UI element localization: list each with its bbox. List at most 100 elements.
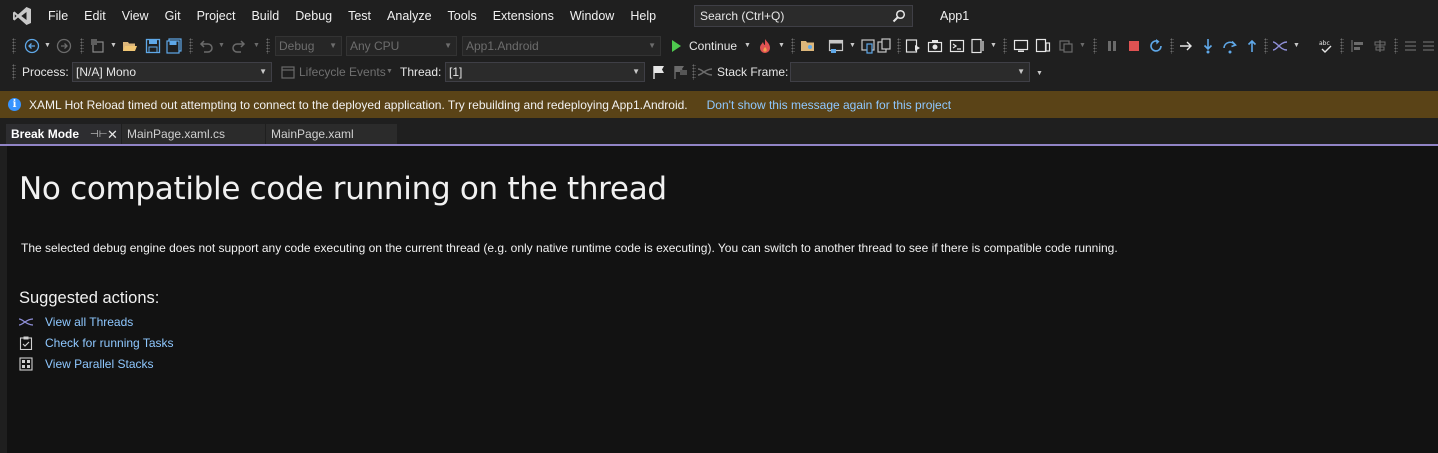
chevron-down-icon[interactable]: ▼ [253,42,260,49]
visual-studio-logo-icon[interactable] [10,5,34,27]
tablet-icon[interactable] [1035,38,1051,54]
toolbar-grip[interactable] [1003,38,1007,54]
toolbar-grip[interactable] [189,38,193,54]
lifecycle-events-button[interactable]: Lifecycle Events [299,62,386,82]
startup-project-select[interactable]: App1.Android ▼ [462,36,661,56]
menu-extensions[interactable]: Extensions [485,0,562,32]
toolbar-grip[interactable] [897,38,901,54]
threads-toolbar-icon[interactable] [1272,38,1288,54]
window-layout-icon[interactable] [828,38,844,54]
toolbar-grip[interactable] [12,38,16,54]
toolbar-grip[interactable] [12,64,16,80]
search-input[interactable]: Search (Ctrl+Q) [694,5,913,27]
text-lines-icon[interactable] [1420,38,1436,54]
lifecycle-events-icon[interactable] [280,64,296,80]
chevron-down-icon[interactable]: ▼ [110,42,117,49]
align-left-icon[interactable] [1350,38,1366,54]
menu-file[interactable]: File [40,0,76,32]
copy-icon[interactable] [876,38,892,54]
terminal-icon[interactable] [949,38,965,54]
tab-break-mode[interactable]: Break Mode ⊣⊢ ✕ [6,124,121,144]
toolbar-grip[interactable] [1093,38,1097,54]
break-all-icon[interactable] [1104,38,1120,54]
component-icon[interactable] [1058,38,1074,54]
menu-project[interactable]: Project [189,0,244,32]
toolbar-grip[interactable] [791,38,795,54]
toolbar-grip[interactable] [1394,38,1398,54]
chevron-down-icon[interactable]: ▼ [1293,42,1300,49]
step-into-icon[interactable] [1200,38,1216,54]
camera-icon[interactable] [927,38,943,54]
redo-icon[interactable] [231,38,247,54]
toolbar-grip[interactable] [692,64,696,80]
hot-reload-flame-icon[interactable] [757,38,773,54]
toolbar-grip[interactable] [1264,38,1268,54]
show-next-statement-icon[interactable] [1178,38,1194,54]
open-folder-icon[interactable] [122,38,138,54]
toolbar-grip[interactable] [266,38,270,54]
solution-configuration-select[interactable]: Debug ▼ [275,36,342,56]
thread-select[interactable]: [1] ▼ [445,62,645,82]
stack-frame-select[interactable]: ▼ [790,62,1030,82]
menu-help[interactable]: Help [622,0,664,32]
search-icon[interactable] [892,9,906,26]
chevron-down-icon[interactable]: ▼ [849,42,856,49]
chevron-down-icon[interactable]: ▼ [990,42,997,49]
run-file-icon[interactable] [905,38,921,54]
step-out-icon[interactable] [1244,38,1260,54]
menu-test[interactable]: Test [340,0,379,32]
align-center-icon[interactable] [1372,38,1388,54]
tab-mainpage-xaml-cs[interactable]: MainPage.xaml.cs [122,124,265,144]
view-parallel-stacks-action[interactable]: View Parallel Stacks [19,355,154,373]
menu-build[interactable]: Build [243,0,287,32]
navigate-back-icon[interactable] [24,38,40,54]
check-running-tasks-link[interactable]: Check for running Tasks [45,336,174,350]
text-lines-icon[interactable] [1402,38,1418,54]
view-parallel-stacks-link[interactable]: View Parallel Stacks [45,357,154,371]
step-over-icon[interactable] [1222,38,1238,54]
continue-play-icon[interactable] [668,38,684,54]
toolbar-grip[interactable] [1340,38,1344,54]
continue-button[interactable]: Continue [689,36,737,56]
undo-icon[interactable] [198,38,214,54]
menu-analyze[interactable]: Analyze [379,0,439,32]
toolbar-grip[interactable] [80,38,84,54]
toolbar-grip[interactable] [1170,38,1174,54]
chevron-down-icon[interactable]: ▼ [1079,42,1086,49]
pin-icon[interactable]: ⊣⊢ [90,126,107,143]
monitor-icon[interactable] [1013,38,1029,54]
stop-debugging-icon[interactable] [1126,38,1142,54]
chevron-down-icon[interactable]: ▼ [44,42,51,49]
view-all-threads-action[interactable]: View all Threads [19,313,133,331]
menu-window[interactable]: Window [562,0,622,32]
browse-folder-icon[interactable] [800,38,816,54]
save-all-icon[interactable] [166,38,182,54]
new-item-icon[interactable] [90,38,106,54]
view-all-threads-link[interactable]: View all Threads [45,315,133,329]
restart-icon[interactable] [1148,38,1164,54]
threads-filter-icon[interactable] [697,64,713,80]
flag-all-icon[interactable] [672,64,688,80]
chevron-down-icon[interactable]: ▼ [218,42,225,49]
menu-git[interactable]: Git [157,0,189,32]
spell-check-icon[interactable]: abc [1318,38,1334,54]
toolbar-options-icon[interactable]: ▼ [1036,70,1043,77]
navigate-forward-icon[interactable] [56,38,72,54]
dont-show-again-link[interactable]: Don't show this message again for this p… [707,98,951,112]
menu-edit[interactable]: Edit [76,0,114,32]
chevron-down-icon[interactable]: ▼ [744,42,751,49]
document-outline-icon[interactable] [970,38,986,54]
process-select[interactable]: [N/A] Mono ▼ [72,62,272,82]
chevron-down-icon[interactable]: ▼ [778,42,785,49]
save-icon[interactable] [145,38,161,54]
menu-tools[interactable]: Tools [440,0,485,32]
device-icon[interactable] [860,38,876,54]
flag-thread-icon[interactable] [651,64,667,80]
tab-mainpage-xaml[interactable]: MainPage.xaml [266,124,397,144]
close-icon[interactable]: ✕ [107,126,118,143]
menu-view[interactable]: View [114,0,157,32]
solution-platform-select[interactable]: Any CPU ▼ [346,36,457,56]
menu-debug[interactable]: Debug [287,0,340,32]
chevron-down-icon[interactable]: ▼ [386,68,393,75]
check-running-tasks-action[interactable]: Check for running Tasks [19,334,174,352]
